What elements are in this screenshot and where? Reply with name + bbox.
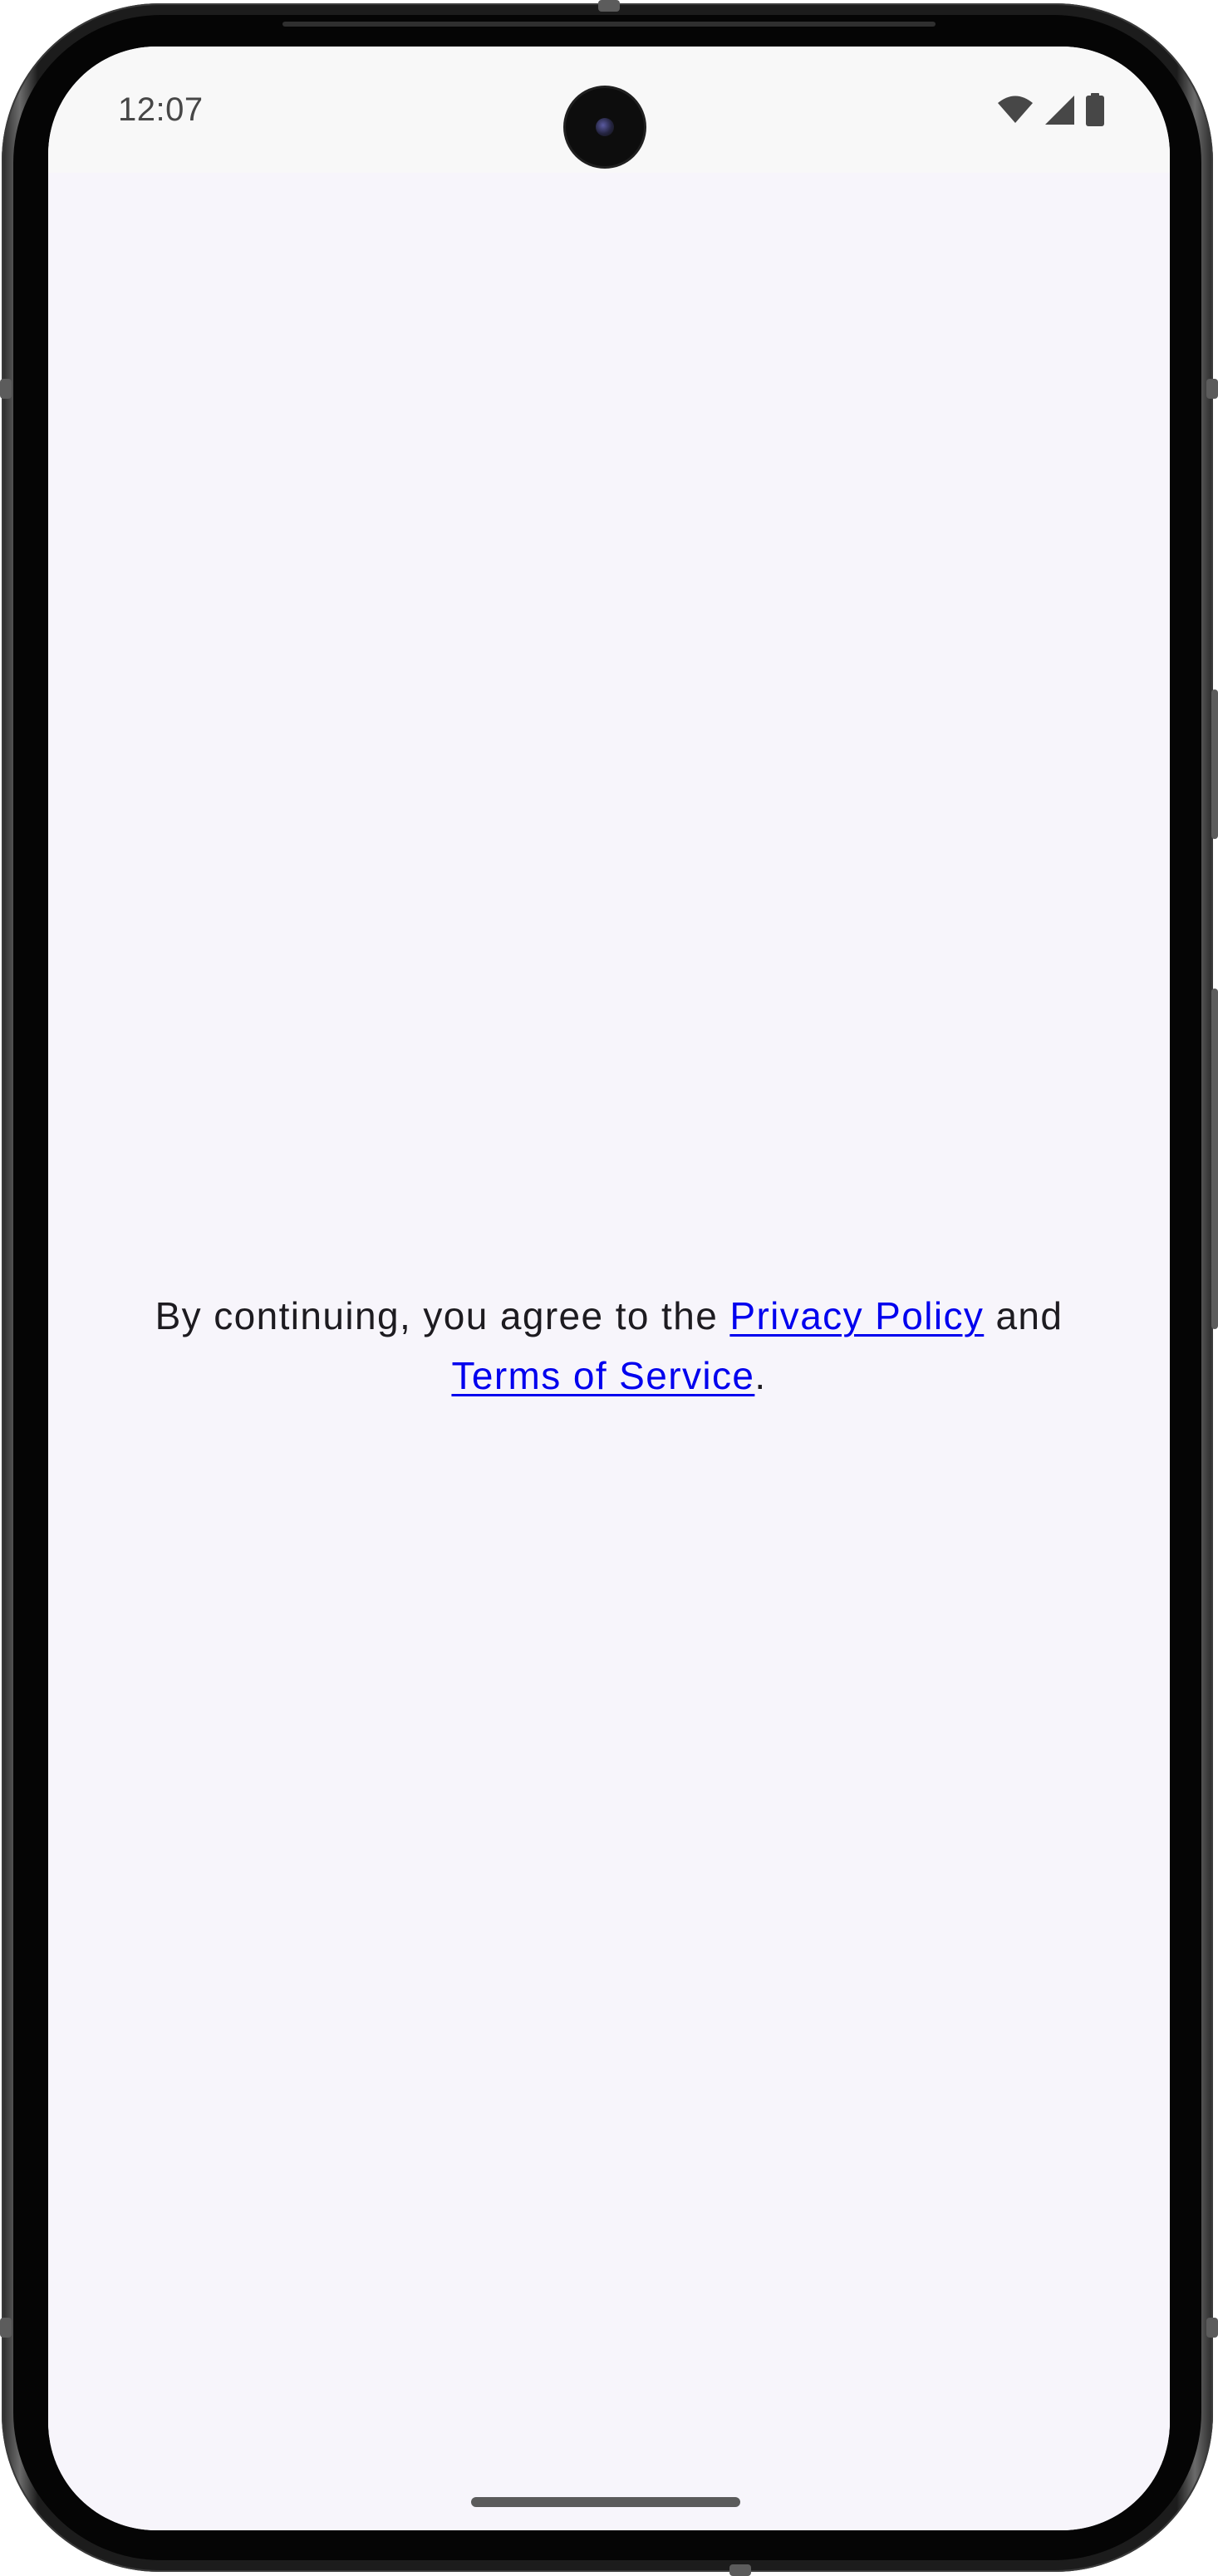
main-content: By continuing, you agree to the Privacy … bbox=[48, 173, 1170, 2530]
power-button bbox=[1211, 689, 1218, 839]
frame-antenna-band-left-bottom bbox=[0, 2318, 12, 2338]
frame-antenna-band-top bbox=[598, 0, 620, 12]
wifi-icon bbox=[997, 96, 1034, 128]
frame-antenna-band-left-top bbox=[0, 379, 12, 399]
battery-icon bbox=[1085, 92, 1105, 130]
privacy-policy-link[interactable]: Privacy Policy bbox=[729, 1294, 984, 1337]
phone-screen: 12:07 By continuing, you agree to the Pr… bbox=[48, 47, 1170, 2530]
status-icons bbox=[997, 92, 1105, 130]
volume-button bbox=[1211, 989, 1218, 1329]
front-camera-cutout bbox=[566, 88, 644, 166]
frame-antenna-band-right-top bbox=[1206, 379, 1218, 399]
home-gesture-bar[interactable] bbox=[471, 2497, 740, 2507]
terms-of-service-link[interactable]: Terms of Service bbox=[451, 1354, 754, 1397]
consent-text: By continuing, you agree to the Privacy … bbox=[98, 1286, 1120, 1406]
frame-antenna-band-right-bottom bbox=[1206, 2318, 1218, 2338]
frame-top-edge bbox=[282, 22, 936, 27]
status-time: 12:07 bbox=[118, 91, 204, 128]
consent-prefix: By continuing, you agree to the bbox=[155, 1294, 730, 1337]
frame-antenna-band-bottom bbox=[729, 2564, 751, 2576]
cellular-signal-icon bbox=[1044, 94, 1075, 130]
consent-middle: and bbox=[984, 1294, 1063, 1337]
phone-device-frame: 12:07 By continuing, you agree to the Pr… bbox=[0, 0, 1218, 2576]
consent-suffix: . bbox=[754, 1354, 767, 1397]
